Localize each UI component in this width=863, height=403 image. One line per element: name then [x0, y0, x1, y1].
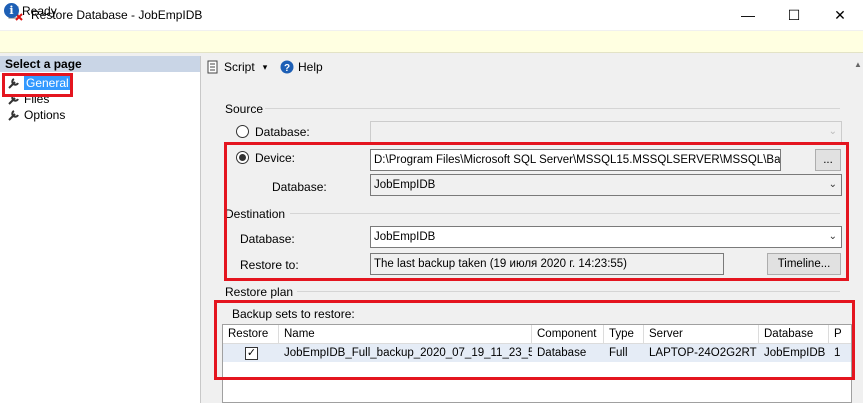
grid-header-server[interactable]: Server — [644, 325, 759, 344]
help-label: Help — [298, 60, 323, 74]
wrench-icon — [8, 77, 19, 89]
database-radio-label: Database: — [255, 125, 310, 139]
destination-database-label: Database: — [240, 232, 295, 246]
database-radio[interactable] — [236, 125, 249, 138]
select-page-header: Select a page — [0, 56, 200, 72]
source-database-combo: ⌄ — [370, 121, 842, 143]
chevron-down-icon: ⌄ — [828, 179, 837, 190]
device-database-combo[interactable]: JobEmpIDB ⌄ — [370, 174, 842, 196]
restore-plan-group-label: Restore plan — [225, 285, 294, 299]
grid-header-name[interactable]: Name — [279, 325, 532, 344]
row-server: LAPTOP-24O2G2RT — [649, 347, 757, 359]
maximize-button[interactable]: ☐ — [771, 0, 817, 30]
grid-header-database[interactable]: Database — [759, 325, 829, 344]
window-title: Restore Database - JobEmpIDB — [31, 8, 203, 22]
row-database: JobEmpIDB — [764, 347, 826, 359]
destination-database-combo[interactable]: JobEmpIDB ⌄ — [370, 226, 842, 248]
restore-to-field: The last backup taken (19 июля 2020 г. 1… — [370, 253, 724, 275]
device-radio[interactable] — [236, 151, 249, 164]
help-icon: ? — [280, 60, 294, 74]
info-icon: i — [4, 3, 19, 18]
row-component: Database — [537, 347, 587, 359]
restore-plan-divider — [297, 291, 840, 292]
nav-item-label: Files — [24, 91, 50, 106]
chevron-down-icon: ▾ — [262, 61, 268, 72]
chevron-down-icon: ⌄ — [828, 126, 837, 137]
nav-item-options[interactable]: Options — [8, 107, 65, 122]
scroll-up-icon[interactable]: ▲ — [854, 60, 862, 69]
status-bar — [0, 31, 863, 53]
vertical-scrollbar[interactable]: ▲ — [852, 56, 863, 403]
nav-item-label: General — [24, 75, 71, 90]
device-database-label: Database: — [272, 180, 327, 194]
script-label: Script — [224, 60, 255, 74]
script-button[interactable]: Script ▾ — [206, 60, 267, 74]
restore-to-label: Restore to: — [240, 258, 299, 272]
chevron-down-icon: ⌄ — [828, 231, 837, 242]
row-position: 1 — [834, 347, 841, 359]
destination-divider — [290, 213, 840, 214]
row-name: JobEmpIDB_Full_backup_2020_07_19_11_23_5… — [284, 347, 532, 359]
grid-header-restore[interactable]: Restore — [223, 325, 279, 344]
nav-item-label: Options — [24, 107, 66, 122]
backup-sets-grid[interactable]: Restore Name Component Type Server Datab… — [222, 324, 852, 403]
device-path-field[interactable]: D:\Program Files\Microsoft SQL Server\MS… — [370, 149, 781, 171]
wrench-icon — [8, 93, 19, 105]
source-group-label: Source — [225, 102, 264, 116]
grid-header-type[interactable]: Type — [604, 325, 644, 344]
wrench-icon — [8, 109, 19, 121]
timeline-button[interactable]: Timeline... — [767, 253, 841, 275]
nav-item-files[interactable]: Files — [8, 91, 49, 106]
help-button[interactable]: ? Help — [280, 60, 323, 74]
backup-sets-label: Backup sets to restore: — [232, 307, 355, 321]
device-database-value: JobEmpIDB — [374, 179, 436, 191]
nav-item-general[interactable]: General — [8, 75, 71, 90]
close-button[interactable]: ✕ — [817, 0, 863, 30]
svg-text:?: ? — [284, 63, 290, 74]
source-divider — [265, 108, 840, 109]
row-type: Full — [609, 347, 628, 359]
destination-database-value: JobEmpIDB — [374, 231, 436, 243]
grid-header-position[interactable]: P — [829, 325, 851, 344]
device-radio-label: Device: — [255, 151, 296, 165]
status-text: Ready — [22, 4, 57, 18]
minimize-button[interactable]: — — [725, 0, 771, 30]
restore-checkbox[interactable]: ✓ — [245, 347, 258, 360]
browse-button[interactable]: ... — [815, 149, 841, 171]
grid-header-component[interactable]: Component — [532, 325, 604, 344]
script-icon — [207, 60, 218, 74]
destination-group-label: Destination — [225, 207, 286, 221]
